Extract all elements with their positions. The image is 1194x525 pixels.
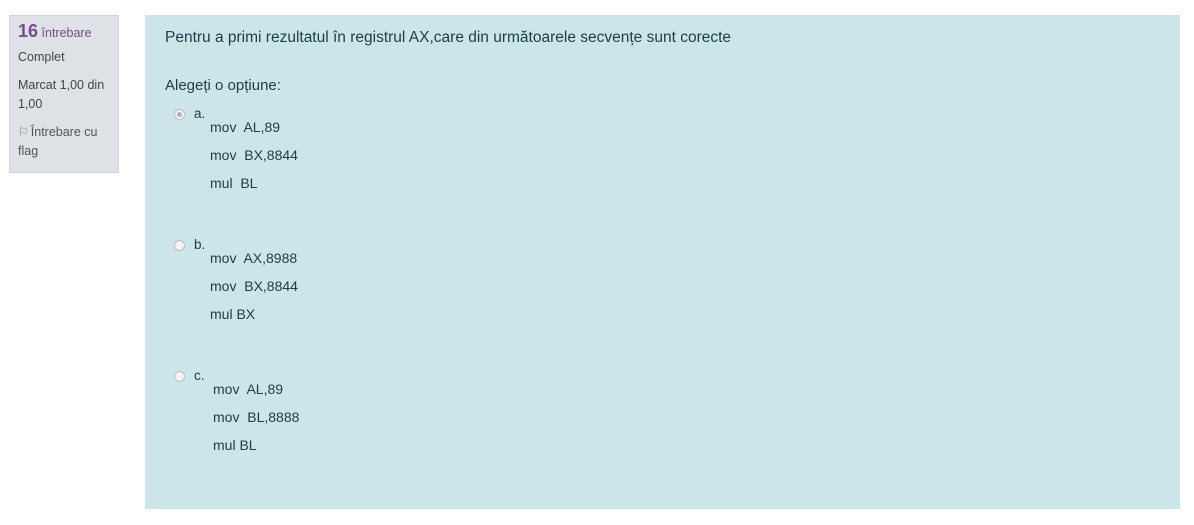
question-grade: Marcat 1,00 din 1,00 [18,78,105,111]
flag-label: Întrebare cu flag [18,125,98,158]
answer-code: mov AL,89 mov BX,8844 mul BL [210,113,298,197]
code-line: mov AX,8988 [210,250,298,266]
code-line: mul BL [210,175,258,191]
code-line: mov BX,8844 [210,147,298,163]
answer-letter: a. [194,106,206,121]
code-line: mul BL [213,437,257,453]
answer-letter: c. [194,368,205,383]
question-info-panel: 16 întrebare Complet Marcat 1,00 din 1,0… [9,15,119,173]
flag-question-toggle[interactable]: ⚐ Întrebare cu flag [18,123,110,161]
answer-radio-a[interactable] [174,109,185,120]
question-state: Complet [18,50,65,64]
question-formulation: Pentru a primi rezultatul în registrul A… [145,15,1180,509]
answer-letter: b. [194,237,206,252]
answer-radio-c[interactable] [174,371,185,382]
code-line: mov AL,89 [213,381,284,397]
question-number: 16 întrebare [18,22,110,43]
answer-prompt: Alegeți o opțiune: [165,77,281,94]
question-number-value: 16 [18,21,39,41]
code-line: mov BX,8844 [210,278,298,294]
code-line: mov BL,8888 [213,409,300,425]
answer-code: mov AL,89 mov BL,8888 mul BL [213,375,299,459]
code-line: mul BX [210,306,256,322]
question-number-label: întrebare [41,26,92,40]
answer-radio-b[interactable] [174,240,185,251]
code-line: mov AL,89 [210,119,281,135]
answer-code: mov AX,8988 mov BX,8844 mul BX [210,244,298,328]
flag-icon: ⚐ [18,125,29,139]
question-text: Pentru a primi rezultatul în registrul A… [165,29,732,46]
